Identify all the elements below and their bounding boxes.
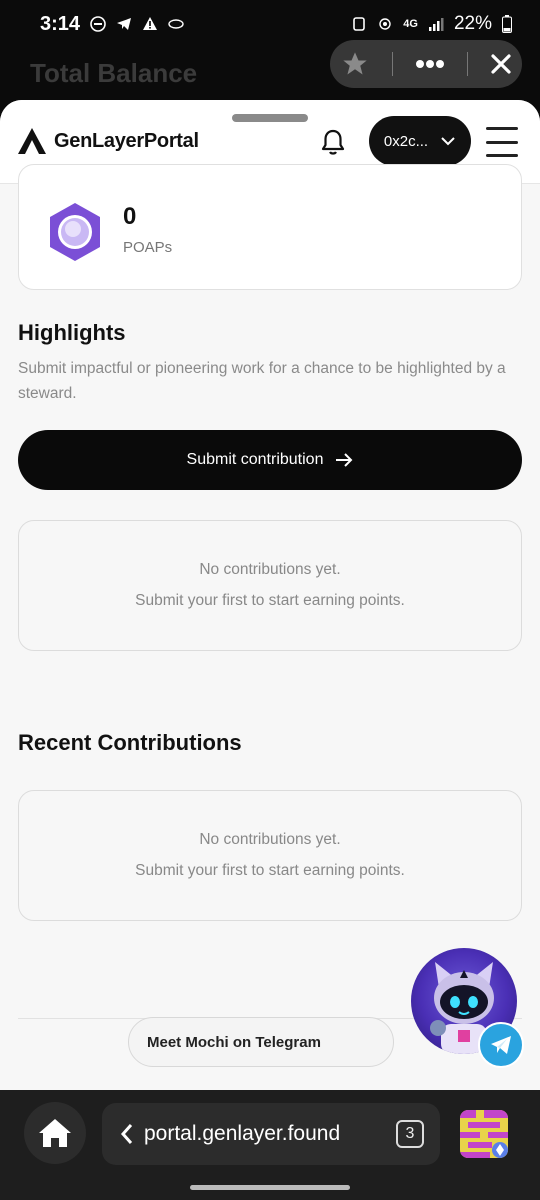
recent-empty-state: No contributions yet. Submit your first … bbox=[18, 790, 522, 921]
meet-mochi-telegram-button[interactable]: Meet Mochi on Telegram bbox=[128, 1017, 394, 1067]
do-not-disturb-icon bbox=[90, 16, 106, 32]
empty-state-title: No contributions yet. bbox=[199, 561, 341, 578]
logo-text: GenLayerPortal bbox=[54, 129, 199, 152]
divider bbox=[391, 52, 393, 76]
browser-bottom-bar: portal.genlayer.found 3 bbox=[0, 1090, 540, 1200]
back-chevron-icon[interactable] bbox=[120, 1123, 134, 1145]
battery-percent: 22% bbox=[453, 13, 492, 34]
main-content: 0 POAPs Highlights Submit impactful or p… bbox=[0, 164, 540, 1090]
battery-icon bbox=[502, 15, 512, 33]
favorite-icon[interactable] bbox=[341, 50, 369, 78]
poap-label: POAPs bbox=[123, 239, 173, 256]
hamburger-menu-button[interactable] bbox=[486, 127, 518, 157]
arrow-right-icon bbox=[336, 453, 353, 467]
divider bbox=[467, 52, 469, 76]
poap-hexagon-icon bbox=[50, 203, 100, 261]
signal-icon bbox=[428, 18, 444, 31]
recent-contributions-title: Recent Contributions bbox=[18, 730, 242, 755]
profile-avatar[interactable] bbox=[460, 1110, 508, 1158]
submit-contribution-label: Submit contribution bbox=[186, 451, 324, 468]
more-options-icon[interactable] bbox=[415, 59, 445, 69]
warning-notification-icon bbox=[143, 17, 158, 30]
app-notification-icon bbox=[168, 19, 184, 29]
telegram-pill-label: Meet Mochi on Telegram bbox=[147, 1033, 321, 1051]
chevron-down-icon bbox=[441, 137, 455, 146]
hotspot-icon bbox=[379, 18, 391, 30]
telegram-notification-icon bbox=[117, 18, 132, 30]
wallet-address: 0x2c... bbox=[383, 132, 429, 150]
empty-state-subtitle: Submit your first to start earning point… bbox=[135, 862, 405, 879]
highlights-title: Highlights bbox=[18, 320, 126, 345]
address-bar[interactable]: portal.genlayer.found 3 bbox=[102, 1103, 440, 1165]
home-button[interactable] bbox=[24, 1102, 86, 1164]
empty-state-title: No contributions yet. bbox=[199, 831, 341, 848]
submit-contribution-button[interactable]: Submit contribution bbox=[18, 430, 522, 490]
mini-app-controls bbox=[330, 40, 522, 88]
network-type: 4G bbox=[403, 18, 418, 30]
highlights-empty-state: No contributions yet. Submit your first … bbox=[18, 520, 522, 651]
status-time: 3:14 bbox=[40, 12, 81, 35]
screenshot-icon bbox=[353, 17, 366, 31]
menu-line bbox=[486, 140, 518, 144]
empty-state-subtitle: Submit your first to start earning point… bbox=[135, 592, 405, 609]
pixel-avatar-image bbox=[460, 1110, 508, 1158]
gesture-navigation-bar[interactable] bbox=[190, 1185, 350, 1190]
portal-sheet: GenLayerPortal 0x2c... 0 POAPs Highlight… bbox=[0, 100, 540, 1090]
genlayer-logo-icon bbox=[18, 128, 46, 154]
telegram-badge[interactable] bbox=[478, 1022, 524, 1068]
menu-line bbox=[486, 127, 518, 130]
highlights-description: Submit impactful or pioneering work for … bbox=[18, 360, 506, 402]
tab-count-button[interactable]: 3 bbox=[396, 1120, 424, 1148]
notification-bell-icon[interactable] bbox=[320, 128, 346, 156]
menu-line bbox=[486, 154, 518, 157]
close-icon[interactable] bbox=[491, 54, 511, 74]
wallet-address-button[interactable]: 0x2c... bbox=[369, 116, 471, 166]
poap-card[interactable]: 0 POAPs bbox=[18, 164, 522, 290]
phone-screen: 3:14 4G 22% Total Balance GenLayerPortal… bbox=[0, 0, 540, 1200]
background-title: Total Balance bbox=[30, 58, 198, 88]
home-icon bbox=[39, 1119, 71, 1147]
url-text: portal.genlayer.found bbox=[144, 1122, 341, 1145]
drag-handle[interactable] bbox=[232, 114, 308, 122]
genlayer-logo[interactable]: GenLayerPortal bbox=[16, 126, 199, 156]
telegram-icon bbox=[491, 1036, 511, 1054]
poap-count: 0 bbox=[123, 203, 137, 230]
